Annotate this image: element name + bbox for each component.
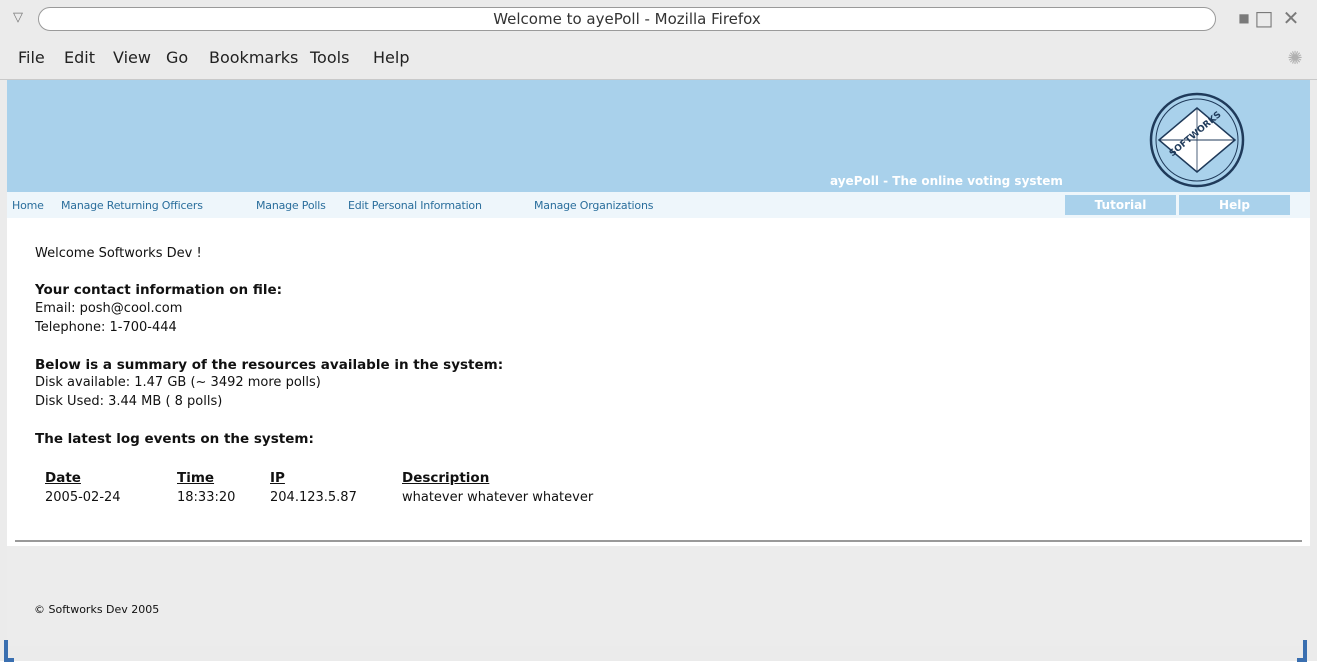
- cell-time: 18:33:20: [177, 490, 236, 505]
- nav-bar: Home Manage Returning Officers Manage Po…: [7, 192, 1310, 218]
- resize-corner-left[interactable]: [4, 640, 14, 662]
- tutorial-button[interactable]: Tutorial: [1065, 195, 1176, 215]
- banner-tagline: ayePoll - The online voting system: [830, 174, 1063, 188]
- email-text: Email: posh@cool.com: [35, 301, 183, 316]
- window-border-left: [0, 80, 7, 661]
- menu-bookmarks[interactable]: Bookmarks: [209, 48, 298, 67]
- footer-divider: [15, 540, 1302, 542]
- menu-tools[interactable]: Tools: [310, 48, 349, 67]
- resize-corner-right[interactable]: [1297, 640, 1307, 662]
- contact-heading: Your contact information on file:: [35, 282, 283, 298]
- disk-available-text: Disk available: 1.47 GB (~ 3492 more pol…: [35, 375, 321, 390]
- window-menu-icon[interactable]: ▽: [8, 8, 28, 28]
- nav-edit-personal-information[interactable]: Edit Personal Information: [348, 199, 482, 212]
- window-border-right: [1310, 80, 1317, 661]
- log-heading: The latest log events on the system:: [35, 431, 314, 447]
- col-header-time: Time: [177, 470, 215, 486]
- menu-view[interactable]: View: [113, 48, 151, 67]
- nav-home[interactable]: Home: [12, 199, 44, 212]
- menu-go[interactable]: Go: [166, 48, 188, 67]
- minimize-icon[interactable]: ■: [1233, 6, 1255, 30]
- nav-manage-returning-officers[interactable]: Manage Returning Officers: [61, 199, 203, 212]
- menu-bar: File Edit View Go Bookmarks Tools Help ✺: [0, 38, 1317, 80]
- nav-manage-polls[interactable]: Manage Polls: [256, 199, 326, 212]
- maximize-icon[interactable]: □: [1253, 6, 1275, 30]
- window-title: Welcome to ayePoll - Mozilla Firefox: [38, 7, 1216, 31]
- footer-copyright: © Softworks Dev 2005: [34, 603, 160, 616]
- cell-description: whatever whatever whatever: [402, 490, 594, 505]
- col-header-ip: IP: [270, 470, 285, 486]
- disk-used-text: Disk Used: 3.44 MB ( 8 polls): [35, 394, 223, 409]
- help-button[interactable]: Help: [1179, 195, 1290, 215]
- close-icon[interactable]: ✕: [1276, 6, 1306, 30]
- browser-window: ▽ Welcome to ayePoll - Mozilla Firefox ■…: [0, 0, 1317, 662]
- throbber-icon: ✺: [1287, 48, 1303, 69]
- ayepoll-logo: SOFTWORKS: [1149, 92, 1245, 188]
- cell-ip: 204.123.5.87: [270, 490, 357, 505]
- menu-edit[interactable]: Edit: [64, 48, 95, 67]
- col-header-date: Date: [45, 470, 81, 486]
- window-border-bottom: [0, 646, 1317, 661]
- resources-heading: Below is a summary of the resources avai…: [35, 357, 504, 373]
- menu-file[interactable]: File: [18, 48, 45, 67]
- nav-manage-organizations[interactable]: Manage Organizations: [534, 199, 653, 212]
- cell-date: 2005-02-24: [45, 490, 121, 505]
- col-header-description: Description: [402, 470, 490, 486]
- menu-help[interactable]: Help: [373, 48, 409, 67]
- telephone-text: Telephone: 1-700-444: [35, 320, 177, 335]
- page-footer: © Softworks Dev 2005: [7, 546, 1310, 646]
- header-banner: SOFTWORKS ayePoll - The online voting sy…: [7, 80, 1310, 192]
- welcome-text: Welcome Softworks Dev !: [35, 246, 202, 261]
- page-content: SOFTWORKS ayePoll - The online voting sy…: [7, 80, 1310, 646]
- title-bar[interactable]: ▽ Welcome to ayePoll - Mozilla Firefox ■…: [0, 0, 1317, 38]
